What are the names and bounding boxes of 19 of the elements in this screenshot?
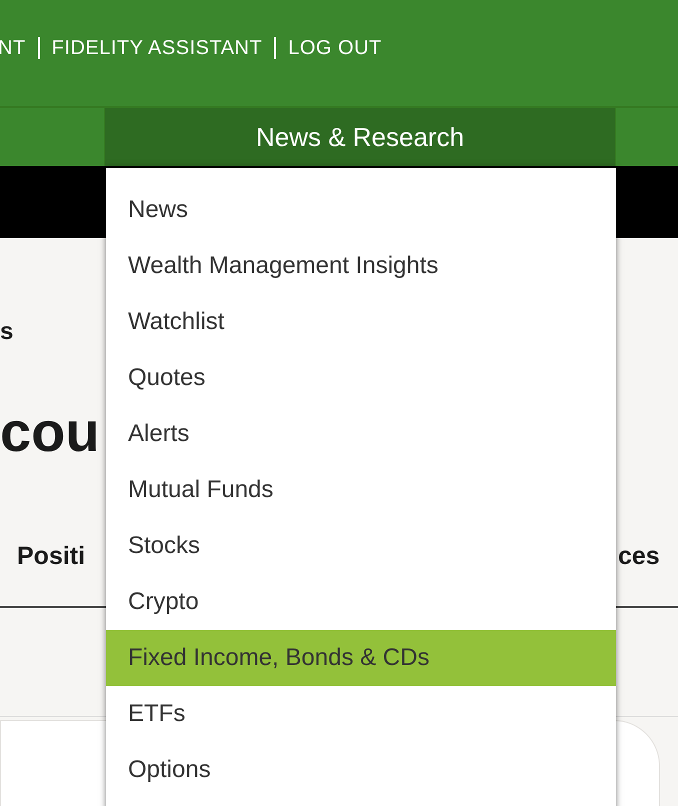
- top-link[interactable]: FIDELITY ASSISTANT: [52, 33, 262, 63]
- menu-item[interactable]: Options: [106, 742, 616, 798]
- menu-item[interactable]: Quotes: [106, 350, 616, 406]
- menu-item[interactable]: Stocks: [106, 518, 616, 574]
- page-tab[interactable]: Positi: [17, 538, 86, 576]
- nav-tab[interactable]: News & Research: [104, 108, 616, 166]
- menu-item[interactable]: Fixed Income, Bonds & CDs: [106, 630, 616, 686]
- top-link[interactable]: NT: [0, 33, 26, 63]
- menu-item[interactable]: Mutual Funds: [106, 462, 616, 518]
- top-link[interactable]: LOG OUT: [288, 33, 382, 63]
- menu-item[interactable]: News: [106, 182, 616, 238]
- breadcrumb: s: [0, 317, 14, 347]
- page-tab[interactable]: ces: [618, 538, 660, 576]
- menu-item[interactable]: ETFs: [106, 686, 616, 742]
- page-heading: cou: [0, 404, 100, 460]
- menu-item[interactable]: Crypto: [106, 574, 616, 630]
- menu-item[interactable]: Wealth Management Insights: [106, 238, 616, 294]
- menu-item[interactable]: Alerts: [106, 406, 616, 462]
- menu-item[interactable]: Watchlist: [106, 294, 616, 350]
